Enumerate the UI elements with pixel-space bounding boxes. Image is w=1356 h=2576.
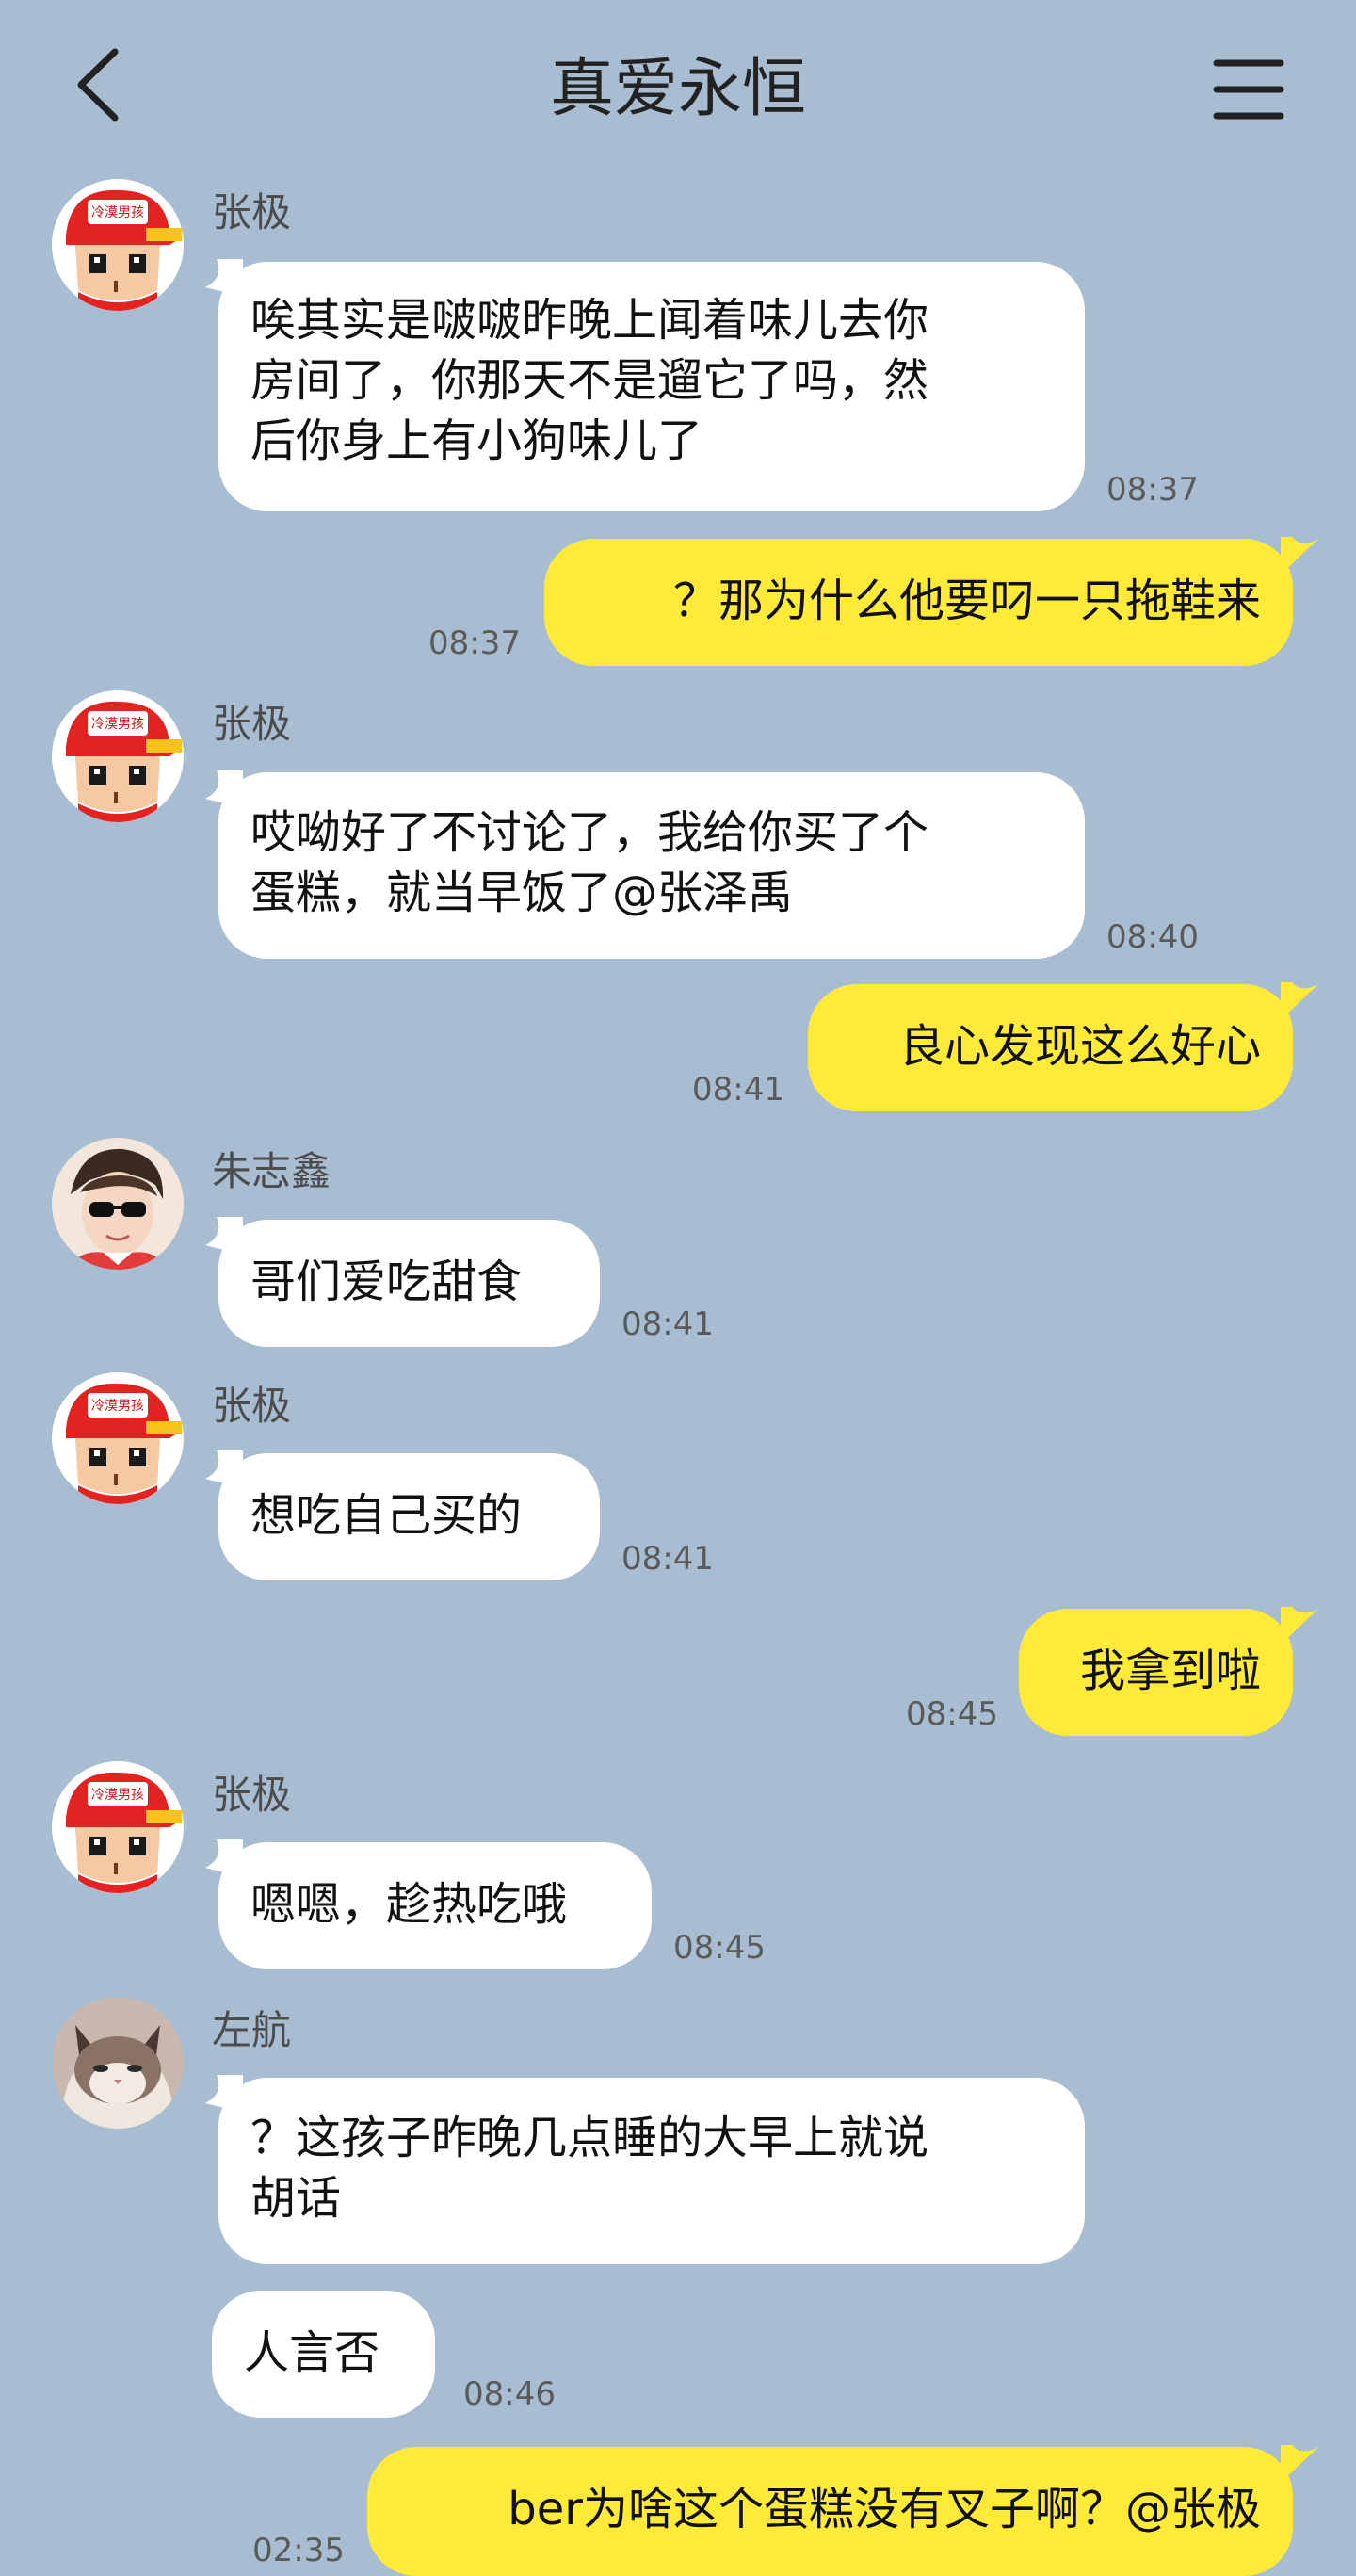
message-line: 嗯嗯，趁热吃哦 <box>250 1878 568 1931</box>
avatar-zhangji[interactable]: 冷漠男孩 <box>52 690 184 822</box>
message-line: 哎呦好了不讨论了，我给你买了个 <box>250 806 929 859</box>
menu-button[interactable] <box>1205 52 1290 127</box>
message-time: 08:37 <box>1106 471 1199 509</box>
chat-header: 真爱永恒 <box>0 0 1356 179</box>
message-line: 哥们爱吃甜食 <box>250 1256 523 1308</box>
message-line: 人言否 <box>244 2326 380 2379</box>
message-line: 后你身上有小狗味儿了 <box>250 414 703 467</box>
sender-name: 张极 <box>212 189 292 235</box>
avatar-zhangji[interactable]: 冷漠男孩 <box>52 179 184 311</box>
avatar-zhangji[interactable]: 冷漠男孩 <box>52 1372 184 1504</box>
message-bubble[interactable]: 人言否 <box>212 2291 435 2418</box>
message-bubble[interactable]: ber为啥这个蛋糕没有叉子啊？@张极 <box>367 2447 1293 2576</box>
bubble-tail <box>1281 982 1318 1020</box>
message-time: 08:40 <box>1106 918 1199 956</box>
message-line: ber为啥这个蛋糕没有叉子啊？@张极 <box>508 2483 1261 2535</box>
sender-name: 张极 <box>212 1383 292 1429</box>
message-line: 房间了，你那天不是遛它了吗，然 <box>250 354 929 407</box>
message-line: 胡话 <box>250 2172 342 2225</box>
message-time: 08:41 <box>622 1540 714 1578</box>
message-time: 08:41 <box>622 1305 714 1343</box>
message-time: 08:41 <box>692 1071 784 1109</box>
avatar-zhangji[interactable]: 冷漠男孩 <box>52 1761 184 1893</box>
sender-name: 朱志鑫 <box>212 1148 331 1194</box>
sender-name: 张极 <box>212 1772 292 1818</box>
message-bubble[interactable]: 哥们爱吃甜食 <box>218 1220 600 1347</box>
message-bubble[interactable]: ？这孩子昨晚几点睡的大早上就说 胡话 <box>218 2078 1085 2264</box>
chat-screen: 真爱永恒 冷漠男孩 张极 唉其实是啵啵昨晚上闻着味儿去你 房间了，你那天不是遛它… <box>0 0 1356 2576</box>
sender-name: 左航 <box>212 2007 292 2053</box>
avatar-label: 冷漠男孩 <box>91 717 144 732</box>
message-bubble[interactable]: 我拿到啦 <box>1019 1609 1293 1736</box>
message-line: ？那为什么他要叼一只拖鞋来 <box>672 575 1261 627</box>
message-line: 唉其实是啵啵昨晚上闻着味儿去你 <box>250 294 929 347</box>
message-time: 08:45 <box>673 1929 766 1967</box>
message-line: 想吃自己买的 <box>250 1489 523 1542</box>
avatar-label: 冷漠男孩 <box>91 1399 144 1414</box>
avatar-label: 冷漠男孩 <box>91 1788 144 1803</box>
avatar-label: 冷漠男孩 <box>91 205 144 220</box>
avatar-zhuzhixin[interactable] <box>52 1138 184 1270</box>
bubble-tail <box>1281 537 1318 575</box>
bubble-tail <box>1281 1607 1318 1644</box>
message-line: 我拿到啦 <box>1079 1644 1261 1697</box>
hamburger-menu-icon <box>1213 59 1284 120</box>
message-line: ？这孩子昨晚几点睡的大早上就说 <box>250 2112 929 2164</box>
message-line: 良心发现这么好心 <box>898 1020 1261 1073</box>
sender-name: 张极 <box>212 701 292 747</box>
message-bubble[interactable]: ？那为什么他要叼一只拖鞋来 <box>544 539 1293 666</box>
message-time: 08:46 <box>463 2375 556 2413</box>
avatar-zuohang[interactable] <box>52 1997 184 2129</box>
bubble-tail <box>1281 2445 1318 2483</box>
message-bubble[interactable]: 良心发现这么好心 <box>808 984 1293 1111</box>
message-bubble[interactable]: 唉其实是啵啵昨晚上闻着味儿去你 房间了，你那天不是遛它了吗，然 后你身上有小狗味… <box>218 262 1085 511</box>
message-bubble[interactable]: 哎呦好了不讨论了，我给你买了个 蛋糕，就当早饭了@张泽禹 <box>218 772 1085 959</box>
message-line: 蛋糕，就当早饭了@张泽禹 <box>250 867 794 919</box>
message-time: 02:35 <box>252 2532 345 2569</box>
message-time: 08:45 <box>906 1695 998 1733</box>
chat-title: 真爱永恒 <box>549 52 806 126</box>
message-time: 08:37 <box>428 624 521 662</box>
message-bubble[interactable]: 嗯嗯，趁热吃哦 <box>218 1842 652 1969</box>
message-bubble[interactable]: 想吃自己买的 <box>218 1453 600 1580</box>
